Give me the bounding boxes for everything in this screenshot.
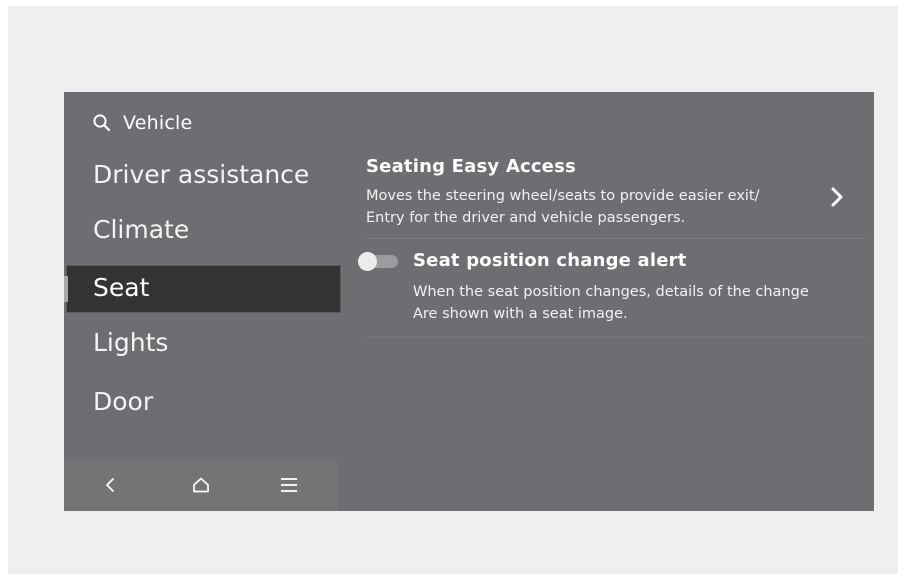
sidebar-item-climate[interactable]: Climate <box>93 215 189 245</box>
selection-indicator <box>64 276 68 302</box>
menu-icon[interactable] <box>276 473 302 497</box>
chevron-right-icon[interactable] <box>829 186 845 212</box>
divider <box>366 238 866 239</box>
vehicle-settings-screen: Vehicle Driver assistance Climate Seat L… <box>64 92 874 511</box>
description-line: Entry for the driver and vehicle passeng… <box>366 210 686 226</box>
seat-position-alert-title: Seat position change alert <box>413 250 687 271</box>
seat-position-alert-description: When the seat position changes, details … <box>413 281 873 325</box>
back-icon[interactable] <box>97 473 123 497</box>
sidebar-item-door[interactable]: Door <box>93 387 153 417</box>
header-title: Vehicle <box>123 112 193 134</box>
divider <box>366 336 866 337</box>
seat-position-alert-toggle[interactable] <box>358 252 402 271</box>
home-icon[interactable] <box>188 473 214 497</box>
sidebar-item-label: Seat <box>93 273 150 302</box>
page-frame: Vehicle Driver assistance Climate Seat L… <box>8 6 898 574</box>
sidebar-item-seat[interactable]: Seat <box>64 266 340 312</box>
seating-easy-access-description: Moves the steering wheel/seats to provid… <box>366 185 826 229</box>
toggle-knob <box>358 252 377 271</box>
sidebar-item-lights[interactable]: Lights <box>93 328 168 358</box>
bottom-nav-bar <box>64 459 338 511</box>
settings-content: Seating Easy Access Moves the steering w… <box>358 92 874 511</box>
sidebar-item-driver-assistance[interactable]: Driver assistance <box>93 160 309 190</box>
search-icon[interactable] <box>92 113 112 133</box>
description-line: Are shown with a seat image. <box>413 306 628 322</box>
description-line: Moves the steering wheel/seats to provid… <box>366 188 760 204</box>
description-line: When the seat position changes, details … <box>413 284 809 300</box>
seating-easy-access-title: Seating Easy Access <box>366 156 576 177</box>
header: Vehicle <box>92 110 192 136</box>
